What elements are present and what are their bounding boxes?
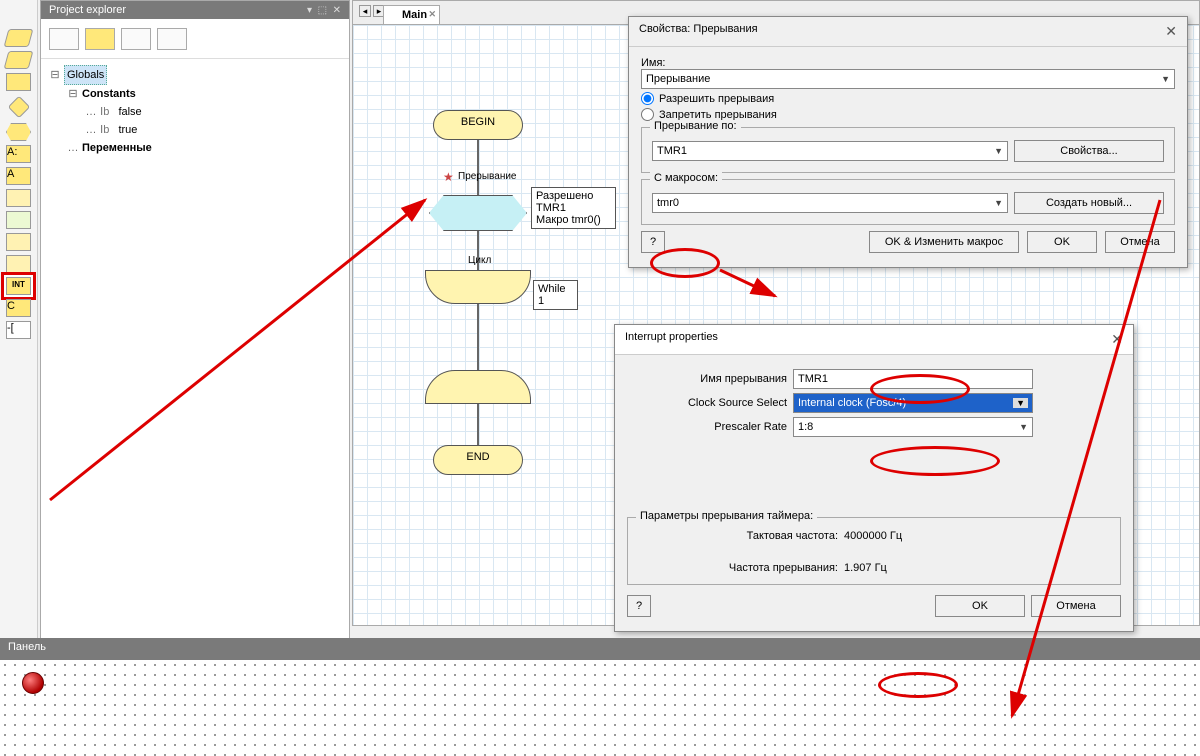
tree-true[interactable]: true [118, 121, 137, 139]
dlg2-title: Interrupt properties [625, 331, 718, 348]
dlg2-ok-button[interactable]: OK [935, 595, 1025, 617]
explorer-btn-2[interactable] [85, 28, 115, 50]
dlg1-macro-combo[interactable]: tmr0▼ [652, 193, 1008, 213]
dlg1-close-icon[interactable]: ✕ [1165, 23, 1177, 40]
tool-connector-icon[interactable]: A: [6, 145, 31, 163]
tool-decision-icon[interactable] [7, 96, 30, 119]
explorer-controls[interactable]: ▾ ⬚ ✕ [307, 5, 341, 16]
node-loop-label: While 1 [533, 280, 578, 310]
dlg2-title-bar[interactable]: Interrupt properties ✕ [615, 325, 1133, 355]
tab-main-label: Main [402, 9, 427, 21]
node-interrupt-label: Разрешено TMR1 Макро tmr0() [531, 187, 616, 229]
tool-comment-icon[interactable]: -[ [6, 321, 31, 339]
node-begin[interactable]: BEGIN [433, 110, 523, 140]
node-loop-title: Цикл [468, 255, 491, 266]
node-interrupt[interactable] [429, 195, 527, 231]
dlg1-newmacro-button[interactable]: Создать новый... [1014, 192, 1164, 214]
tool-jump-icon[interactable]: A [6, 167, 31, 185]
dlg1-ok-edit-button[interactable]: OK & Изменить макрос [869, 231, 1019, 253]
dlg1-help-button[interactable]: ? [641, 231, 665, 253]
tool-component-icon[interactable] [6, 233, 31, 251]
dlg1-title-bar[interactable]: Свойства: Прерывания ✕ [629, 17, 1187, 47]
dlg1-by-value: TMR1 [657, 145, 687, 157]
dlg2-name-label: Имя прерывания [627, 373, 787, 385]
dlg2-clock-value: Internal clock (Fosc/4) [798, 397, 906, 409]
bottom-panel-title: Панель [0, 638, 1200, 656]
dlg1-cancel-button[interactable]: Отмена [1105, 231, 1175, 253]
dlg1-name-value: Прерывание [646, 73, 710, 85]
dlg2-clock-combo[interactable]: Internal clock (Fosc/4)▼ [793, 393, 1033, 413]
dlg1-name-label: Имя: [641, 57, 665, 69]
tab-nav[interactable]: ◂▸ [359, 5, 385, 17]
bottom-panel: Панель [0, 638, 1200, 756]
explorer-btn-4[interactable] [157, 28, 187, 50]
tab-close-icon[interactable]: ✕ [429, 9, 437, 20]
dlg2-intfreq-label: Частота прерывания: [638, 562, 838, 574]
explorer-toolbar [41, 19, 349, 59]
tab-main[interactable]: Main ✕ [383, 5, 440, 24]
tool-delay-icon[interactable] [6, 73, 31, 91]
dlg1-group-macro-legend: С макросом: [650, 172, 722, 184]
explorer-title: Project explorer [49, 4, 126, 16]
tool-calc-icon[interactable] [6, 255, 31, 273]
dlg2-freq-value: 4000000 Гц [844, 530, 902, 542]
component-panel[interactable] [0, 660, 1200, 756]
dlg2-intfreq-value: 1.907 Гц [844, 562, 887, 574]
node-loop-top[interactable] [425, 270, 531, 304]
dlg1-group-by-legend: Прерывание по: [650, 120, 741, 132]
dlg2-group-params: Параметры прерывания таймера: Тактовая ч… [627, 517, 1121, 585]
dlg2-presc-label: Prescaler Rate [627, 421, 787, 433]
tree-constants[interactable]: Constants [82, 85, 136, 103]
dlg2-clock-label: Clock Source Select [627, 397, 787, 409]
tool-switch-icon[interactable] [6, 123, 31, 141]
node-interrupt-title: Прерывание [458, 171, 517, 182]
star-icon: ★ [443, 170, 454, 184]
tool-input-icon[interactable] [4, 29, 34, 47]
connector [477, 304, 479, 370]
dlg1-title: Свойства: Прерывания [639, 23, 758, 40]
explorer-btn-1[interactable] [49, 28, 79, 50]
connector [477, 404, 479, 445]
dlg2-cancel-button[interactable]: Отмена [1031, 595, 1121, 617]
dlg1-by-combo[interactable]: TMR1▼ [652, 141, 1008, 161]
node-end[interactable]: END [433, 445, 523, 475]
explorer-title-bar: Project explorer ▾ ⬚ ✕ [41, 1, 349, 19]
node-loop-bottom[interactable] [425, 370, 531, 404]
connector [477, 140, 479, 195]
dlg1-macro-value: tmr0 [657, 197, 679, 209]
dlg1-props-button[interactable]: Свойства... [1014, 140, 1164, 162]
explorer-btn-3[interactable] [121, 28, 151, 50]
dlg1-radio-allow[interactable]: Разрешить прерываия [641, 92, 1175, 105]
tool-output-icon[interactable] [4, 51, 34, 69]
dialog-interrupt-params: Interrupt properties ✕ Имя прерывания TM… [614, 324, 1134, 632]
dlg2-name-value: TMR1 [798, 373, 828, 385]
dlg2-help-button[interactable]: ? [627, 595, 651, 617]
tree-false[interactable]: false [118, 103, 141, 121]
dlg2-close-icon[interactable]: ✕ [1111, 331, 1123, 348]
dlg2-group-params-legend: Параметры прерывания таймера: [636, 510, 817, 522]
tool-interrupt-icon[interactable]: INT [6, 277, 31, 295]
dlg1-group-by: Прерывание по: TMR1▼ Свойства... [641, 127, 1175, 173]
explorer-tree[interactable]: ⊟Globals ⊟Constants …Ⅰb false …Ⅰb true …… [41, 59, 349, 163]
tree-vars[interactable]: Переменные [82, 139, 152, 157]
dlg2-freq-label: Тактовая частота: [638, 530, 838, 542]
dlg2-presc-combo[interactable]: 1:8▼ [793, 417, 1033, 437]
tool-c-icon[interactable]: C [6, 299, 31, 317]
tree-globals[interactable]: Globals [64, 65, 107, 85]
dlg1-group-macro: С макросом: tmr0▼ Создать новый... [641, 179, 1175, 225]
dlg2-presc-value: 1:8 [798, 421, 813, 433]
dlg2-name-field[interactable]: TMR1 [793, 369, 1033, 389]
tool-macro-icon[interactable] [6, 211, 31, 229]
tool-loop-icon[interactable] [6, 189, 31, 207]
led-component[interactable] [22, 672, 44, 694]
dlg1-name-combo[interactable]: Прерывание▼ [641, 69, 1175, 89]
dialog-interrupt-properties: Свойства: Прерывания ✕ Имя: Прерывание▼ … [628, 16, 1188, 268]
dlg1-ok-button[interactable]: OK [1027, 231, 1097, 253]
